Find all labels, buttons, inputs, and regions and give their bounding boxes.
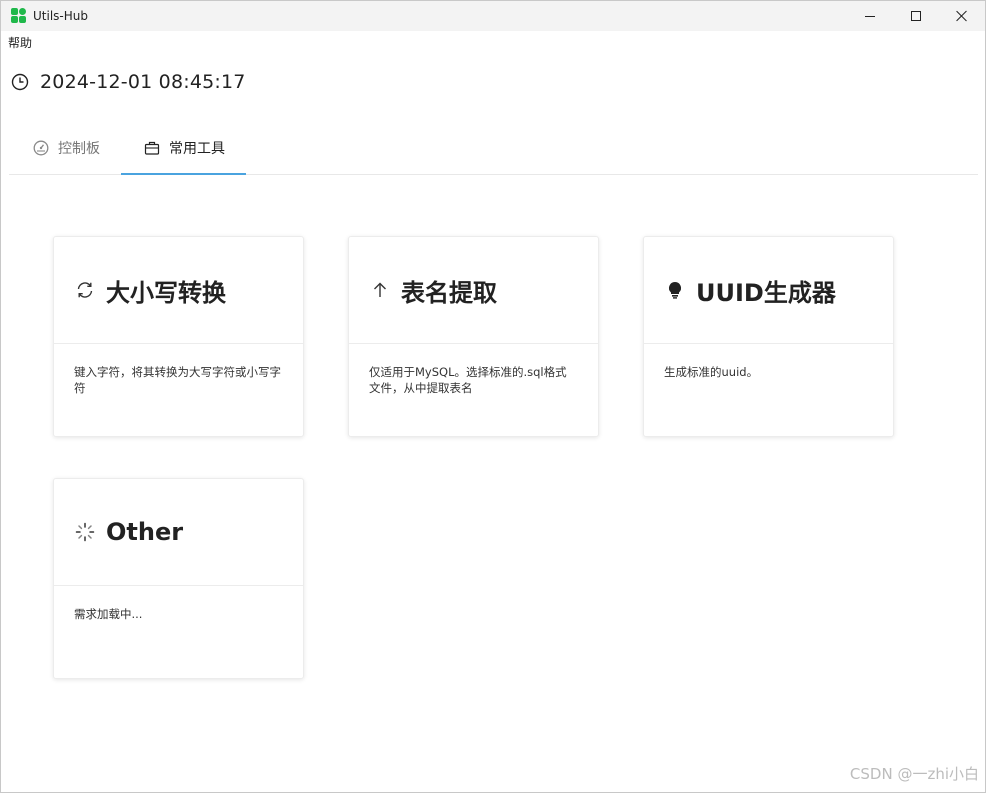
clock: 2024-12-01 08:45:17	[11, 71, 246, 93]
loading-icon	[75, 522, 95, 542]
tool-card-table-extract[interactable]: 表名提取 仅适用于MySQL。选择标准的.sql格式文件，从中提取表名	[348, 236, 599, 437]
close-icon	[956, 10, 968, 22]
menu-help[interactable]: 帮助	[1, 34, 39, 51]
card-description: 键入字符，将其转换为大写字符或小写字符	[74, 365, 281, 395]
close-button[interactable]	[939, 1, 985, 31]
card-title: 表名提取	[401, 278, 497, 307]
tool-card-other[interactable]: Other 需求加载中...	[53, 478, 304, 679]
tool-card-uuid[interactable]: UUID生成器 生成标准的uuid。	[643, 236, 894, 437]
card-header: Other	[54, 479, 303, 586]
dashboard-icon	[33, 140, 49, 155]
app-logo-icon	[11, 8, 27, 24]
minimize-button[interactable]	[847, 1, 893, 31]
card-title: Other	[106, 518, 184, 546]
card-description: 需求加载中...	[74, 607, 143, 621]
app-window: Utils-Hub 帮助 2024-12-01 08:45:17 控制板 常用工…	[0, 0, 986, 793]
watermark: CSDN @一zhi小白	[849, 765, 979, 783]
card-header: UUID生成器	[644, 237, 893, 344]
title-bar: Utils-Hub	[1, 1, 985, 31]
tab-dashboard[interactable]: 控制板	[33, 121, 100, 174]
card-description: 生成标准的uuid。	[664, 365, 759, 379]
briefcase-icon	[144, 141, 160, 155]
maximize-button[interactable]	[893, 1, 939, 31]
clock-icon	[11, 73, 29, 91]
clock-datetime: 2024-12-01 08:45:17	[40, 71, 246, 93]
sync-icon	[77, 282, 93, 298]
tab-tools[interactable]: 常用工具	[144, 121, 225, 174]
card-title: 大小写转换	[106, 278, 226, 307]
card-header: 表名提取	[349, 237, 598, 344]
card-header: 大小写转换	[54, 237, 303, 344]
active-tab-indicator	[121, 173, 246, 175]
arrow-up-icon	[374, 282, 386, 297]
window-title: Utils-Hub	[33, 9, 88, 23]
bulb-icon	[668, 281, 682, 299]
minimize-icon	[865, 15, 875, 17]
tab-bar: 控制板 常用工具	[9, 121, 978, 175]
maximize-icon	[911, 11, 921, 21]
tab-dashboard-label: 控制板	[58, 140, 100, 157]
window-controls	[847, 1, 985, 31]
card-description: 仅适用于MySQL。选择标准的.sql格式文件，从中提取表名	[369, 365, 567, 395]
tab-tools-label: 常用工具	[169, 140, 225, 157]
menu-bar: 帮助	[1, 31, 985, 53]
tool-card-case-convert[interactable]: 大小写转换 键入字符，将其转换为大写字符或小写字符	[53, 236, 304, 437]
card-title: UUID生成器	[696, 278, 836, 307]
